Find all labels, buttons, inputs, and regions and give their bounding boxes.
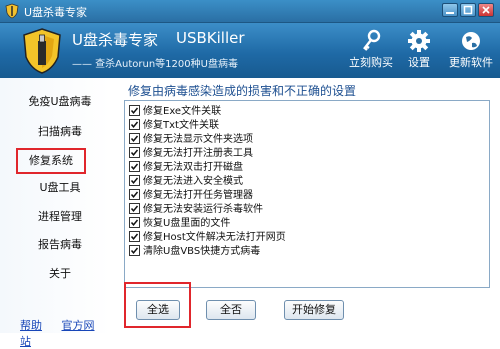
repair-option[interactable]: 修复无法进入安全模式 [129,174,243,188]
repair-option-label: 修复Exe文件关联 [143,106,222,117]
checkbox[interactable] [129,118,140,130]
app-title: U盘杀毒专家 [72,31,158,49]
checkmark-icon [130,135,139,142]
repair-option[interactable]: 修复无法打开注册表工具 [129,146,253,160]
repair-option-label: 修复无法打开注册表工具 [143,148,253,159]
repair-option[interactable]: 修复无法显示文件夹选项 [129,132,253,146]
update-label: 更新软件 [449,56,493,69]
sidebar-item-immunize[interactable]: 免疫U盘病毒 [18,92,102,112]
sidebar-item-about[interactable]: 关于 [18,264,102,284]
checkmark-icon [130,247,139,254]
repair-option[interactable]: 修复Host文件解决无法打开网页 [129,230,286,244]
repair-option[interactable]: 修复无法安装运行杀毒软件 [129,202,263,216]
checkmark-icon [130,107,139,114]
sidebar-item-processes[interactable]: 进程管理 [18,207,102,227]
main-area: 免疫U盘病毒 扫描病毒 修复系统 U盘工具 进程管理 报告病毒 关于 帮助 官方… [0,78,500,348]
app-title-en: USBKiller [176,29,245,47]
repair-option-label: 恢复U盘里面的文件 [143,218,231,229]
panel-title: 修复由病毒感染造成的损害和不正确的设置 [128,84,357,98]
globe-icon [462,32,480,50]
checkbox[interactable] [129,230,140,242]
start-repair-button[interactable]: 开始修复 [284,300,344,320]
app-header: U盘杀毒专家 USBKiller —— 查杀Autorun等1200种U盘病毒 … [0,23,500,78]
repair-option[interactable]: 清除U盘VBS快捷方式病毒 [129,244,261,258]
repair-option[interactable]: 修复无法打开任务管理器 [129,188,253,202]
repair-options-list: 修复Exe文件关联 修复Txt文件关联 修复无法显示文件夹选项 修复无法打开注册… [124,100,490,288]
settings-label: 设置 [408,56,430,69]
minimize-button[interactable] [442,3,458,17]
buy-now-label: 立刻购买 [349,56,393,69]
repair-option[interactable]: 恢复U盘里面的文件 [129,216,231,230]
settings-button[interactable]: 设置 [394,27,444,75]
sidebar: 免疫U盘病毒 扫描病毒 修复系统 U盘工具 进程管理 报告病毒 关于 帮助 官方… [0,78,118,348]
checkmark-icon [130,233,139,240]
repair-option-label: 修复无法双击打开磁盘 [143,162,243,173]
repair-panel: 修复由病毒感染造成的损害和不正确的设置 修复Exe文件关联 修复Txt文件关联 … [124,78,494,333]
repair-option-label: 修复无法进入安全模式 [143,176,243,187]
buy-now-button[interactable]: 立刻购买 [346,27,396,75]
repair-option[interactable]: 修复Exe文件关联 [129,104,222,118]
checkmark-icon [130,205,139,212]
repair-option[interactable]: 修复Txt文件关联 [129,118,219,132]
update-button[interactable]: 更新软件 [446,27,496,75]
select-all-button[interactable]: 全选 [136,300,180,320]
select-none-button[interactable]: 全否 [206,300,256,320]
checkbox[interactable] [129,174,140,186]
repair-option-label: 修复无法显示文件夹选项 [143,134,253,145]
window-title: U盘杀毒专家 [24,6,88,19]
checkbox[interactable] [129,104,140,116]
checkbox[interactable] [129,132,140,144]
app-subtitle: —— 查杀Autorun等1200种U盘病毒 [72,59,238,70]
checkbox[interactable] [129,160,140,172]
title-bar: U盘杀毒专家 [0,0,500,23]
sidebar-item-usb-tools[interactable]: U盘工具 [18,178,102,198]
checkmark-icon [130,149,139,156]
checkbox[interactable] [129,244,140,256]
checkmark-icon [130,191,139,198]
checkmark-icon [130,219,139,226]
sidebar-links: 帮助 官方网站 [20,317,118,349]
close-button[interactable] [478,3,494,17]
close-icon [482,6,490,14]
repair-option-label: 修复无法安装运行杀毒软件 [143,204,263,215]
maximize-icon [463,5,473,15]
shield-logo-icon [23,28,61,74]
maximize-button[interactable] [460,3,476,17]
checkbox[interactable] [129,216,140,228]
checkmark-icon [130,121,139,128]
checkmark-icon [130,163,139,170]
minimize-icon [446,12,454,14]
checkbox[interactable] [129,202,140,214]
sidebar-item-scan[interactable]: 扫描病毒 [18,122,102,142]
sidebar-item-report[interactable]: 报告病毒 [18,235,102,255]
repair-option-label: 修复Host文件解决无法打开网页 [143,232,286,243]
sidebar-item-repair[interactable]: 修复系统 [16,148,86,174]
checkbox[interactable] [129,146,140,158]
repair-option-label: 修复无法打开任务管理器 [143,190,253,201]
app-icon [5,3,19,19]
repair-option-label: 修复Txt文件关联 [143,120,219,131]
gear-icon [408,30,430,52]
help-link[interactable]: 帮助 [20,319,42,332]
checkmark-icon [130,177,139,184]
checkbox[interactable] [129,188,140,200]
repair-option-label: 清除U盘VBS快捷方式病毒 [143,246,261,257]
key-icon [363,29,381,51]
repair-option[interactable]: 修复无法双击打开磁盘 [129,160,243,174]
